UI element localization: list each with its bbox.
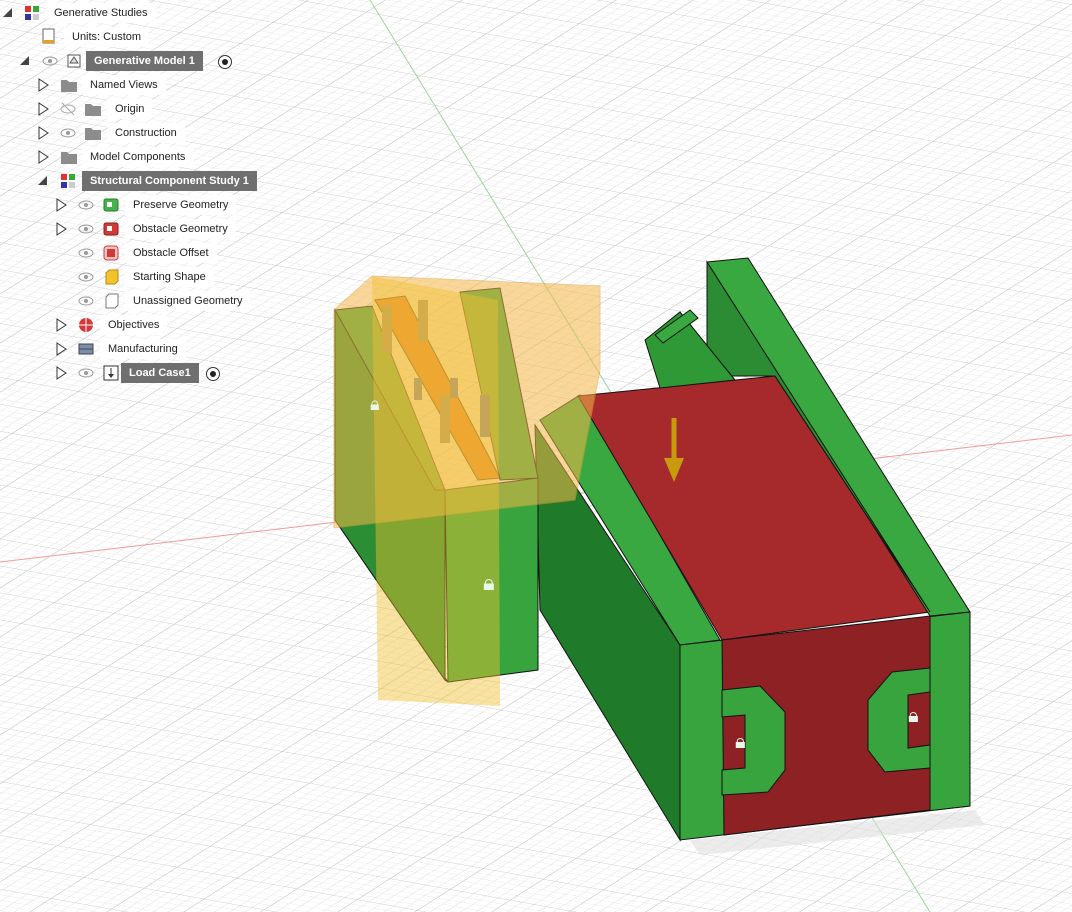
model-row[interactable]: Generative Model 1 [0,50,240,72]
svg-text:🔒︎: 🔒︎ [370,394,380,415]
expand-arrow-icon[interactable] [56,318,67,332]
browser-panel: Generative Studies Units: Custom Generat… [0,0,300,400]
preserve-row[interactable]: Preserve Geometry [0,194,240,216]
load-case-label: Load Case1 [121,363,199,383]
model-components-row[interactable]: Model Components [0,146,200,168]
eye-icon[interactable] [42,53,58,69]
manufacturing-icon [78,341,94,357]
generative-studies-icon [24,5,40,21]
folder-icon [60,77,77,93]
load-case-row[interactable]: Load Case1 [0,362,230,384]
obstacle-geometry-icon [103,221,119,237]
load-case-icon [103,365,119,381]
collapse-arrow-icon[interactable] [3,8,12,17]
obstacle-offset-label: Obstacle Offset [125,243,217,263]
eye-hidden-icon[interactable] [60,101,76,117]
model-label: Generative Model 1 [86,51,203,71]
svg-text:🔒︎: 🔒︎ [483,571,495,596]
obstacle-label: Obstacle Geometry [125,219,236,239]
eye-icon[interactable] [78,269,94,285]
eye-icon[interactable] [78,197,94,213]
named-views-label: Named Views [82,75,166,95]
model-components-label: Model Components [82,147,194,167]
expand-arrow-icon[interactable] [56,366,67,380]
obstacle-offset-row[interactable]: Obstacle Offset [0,242,230,264]
svg-text:🔒︎: 🔒︎ [735,729,746,753]
starting-shape-icon [103,269,119,285]
eye-icon[interactable] [60,125,76,141]
unassigned-label: Unassigned Geometry [125,291,251,311]
origin-row[interactable]: Origin [0,98,160,120]
expand-arrow-icon[interactable] [56,198,67,212]
named-views-row[interactable]: Named Views [0,74,170,96]
expand-arrow-icon[interactable] [56,342,67,356]
active-radio-icon[interactable] [218,55,232,69]
starting-shape-label: Starting Shape [125,267,214,287]
expand-arrow-icon[interactable] [38,78,49,92]
folder-icon [60,149,77,165]
study-label: Structural Component Study 1 [82,171,257,191]
collapse-arrow-icon[interactable] [38,176,47,185]
expand-arrow-icon[interactable] [38,126,49,140]
root-label: Generative Studies [46,3,156,23]
eye-icon[interactable] [78,293,94,309]
expand-arrow-icon[interactable] [38,102,49,116]
unassigned-row[interactable]: Unassigned Geometry [0,290,251,312]
browser-root-row[interactable]: Generative Studies [0,2,160,24]
manufacturing-row[interactable]: Manufacturing [0,338,200,360]
objectives-row[interactable]: Objectives [0,314,180,336]
manufacturing-label: Manufacturing [100,339,186,359]
expand-arrow-icon[interactable] [56,222,67,236]
origin-label: Origin [107,99,153,119]
collapse-arrow-icon[interactable] [20,56,29,65]
construction-row[interactable]: Construction [0,122,190,144]
active-radio-icon[interactable] [206,367,220,381]
construction-label: Construction [107,123,185,143]
preserve-geometry-icon [103,197,119,213]
starting-shape-row[interactable]: Starting Shape [0,266,230,288]
study-row[interactable]: Structural Component Study 1 [0,170,270,192]
unassigned-geometry-icon [103,293,119,309]
obstacle-offset-icon [103,245,119,261]
document-units-icon [42,28,58,44]
folder-icon [84,125,101,141]
obstacle-row[interactable]: Obstacle Geometry [0,218,240,240]
model-icon [66,53,82,69]
eye-icon[interactable] [78,221,94,237]
objectives-label: Objectives [100,315,168,335]
study-icon [60,173,76,189]
svg-text:🔒︎: 🔒︎ [908,703,919,727]
preserve-label: Preserve Geometry [125,195,237,215]
expand-arrow-icon[interactable] [38,150,49,164]
units-row[interactable]: Units: Custom [36,26,156,48]
eye-icon[interactable] [78,365,94,381]
folder-icon [84,101,101,117]
eye-icon[interactable] [78,245,94,261]
units-label: Units: Custom [64,27,150,47]
objectives-icon [78,317,94,333]
